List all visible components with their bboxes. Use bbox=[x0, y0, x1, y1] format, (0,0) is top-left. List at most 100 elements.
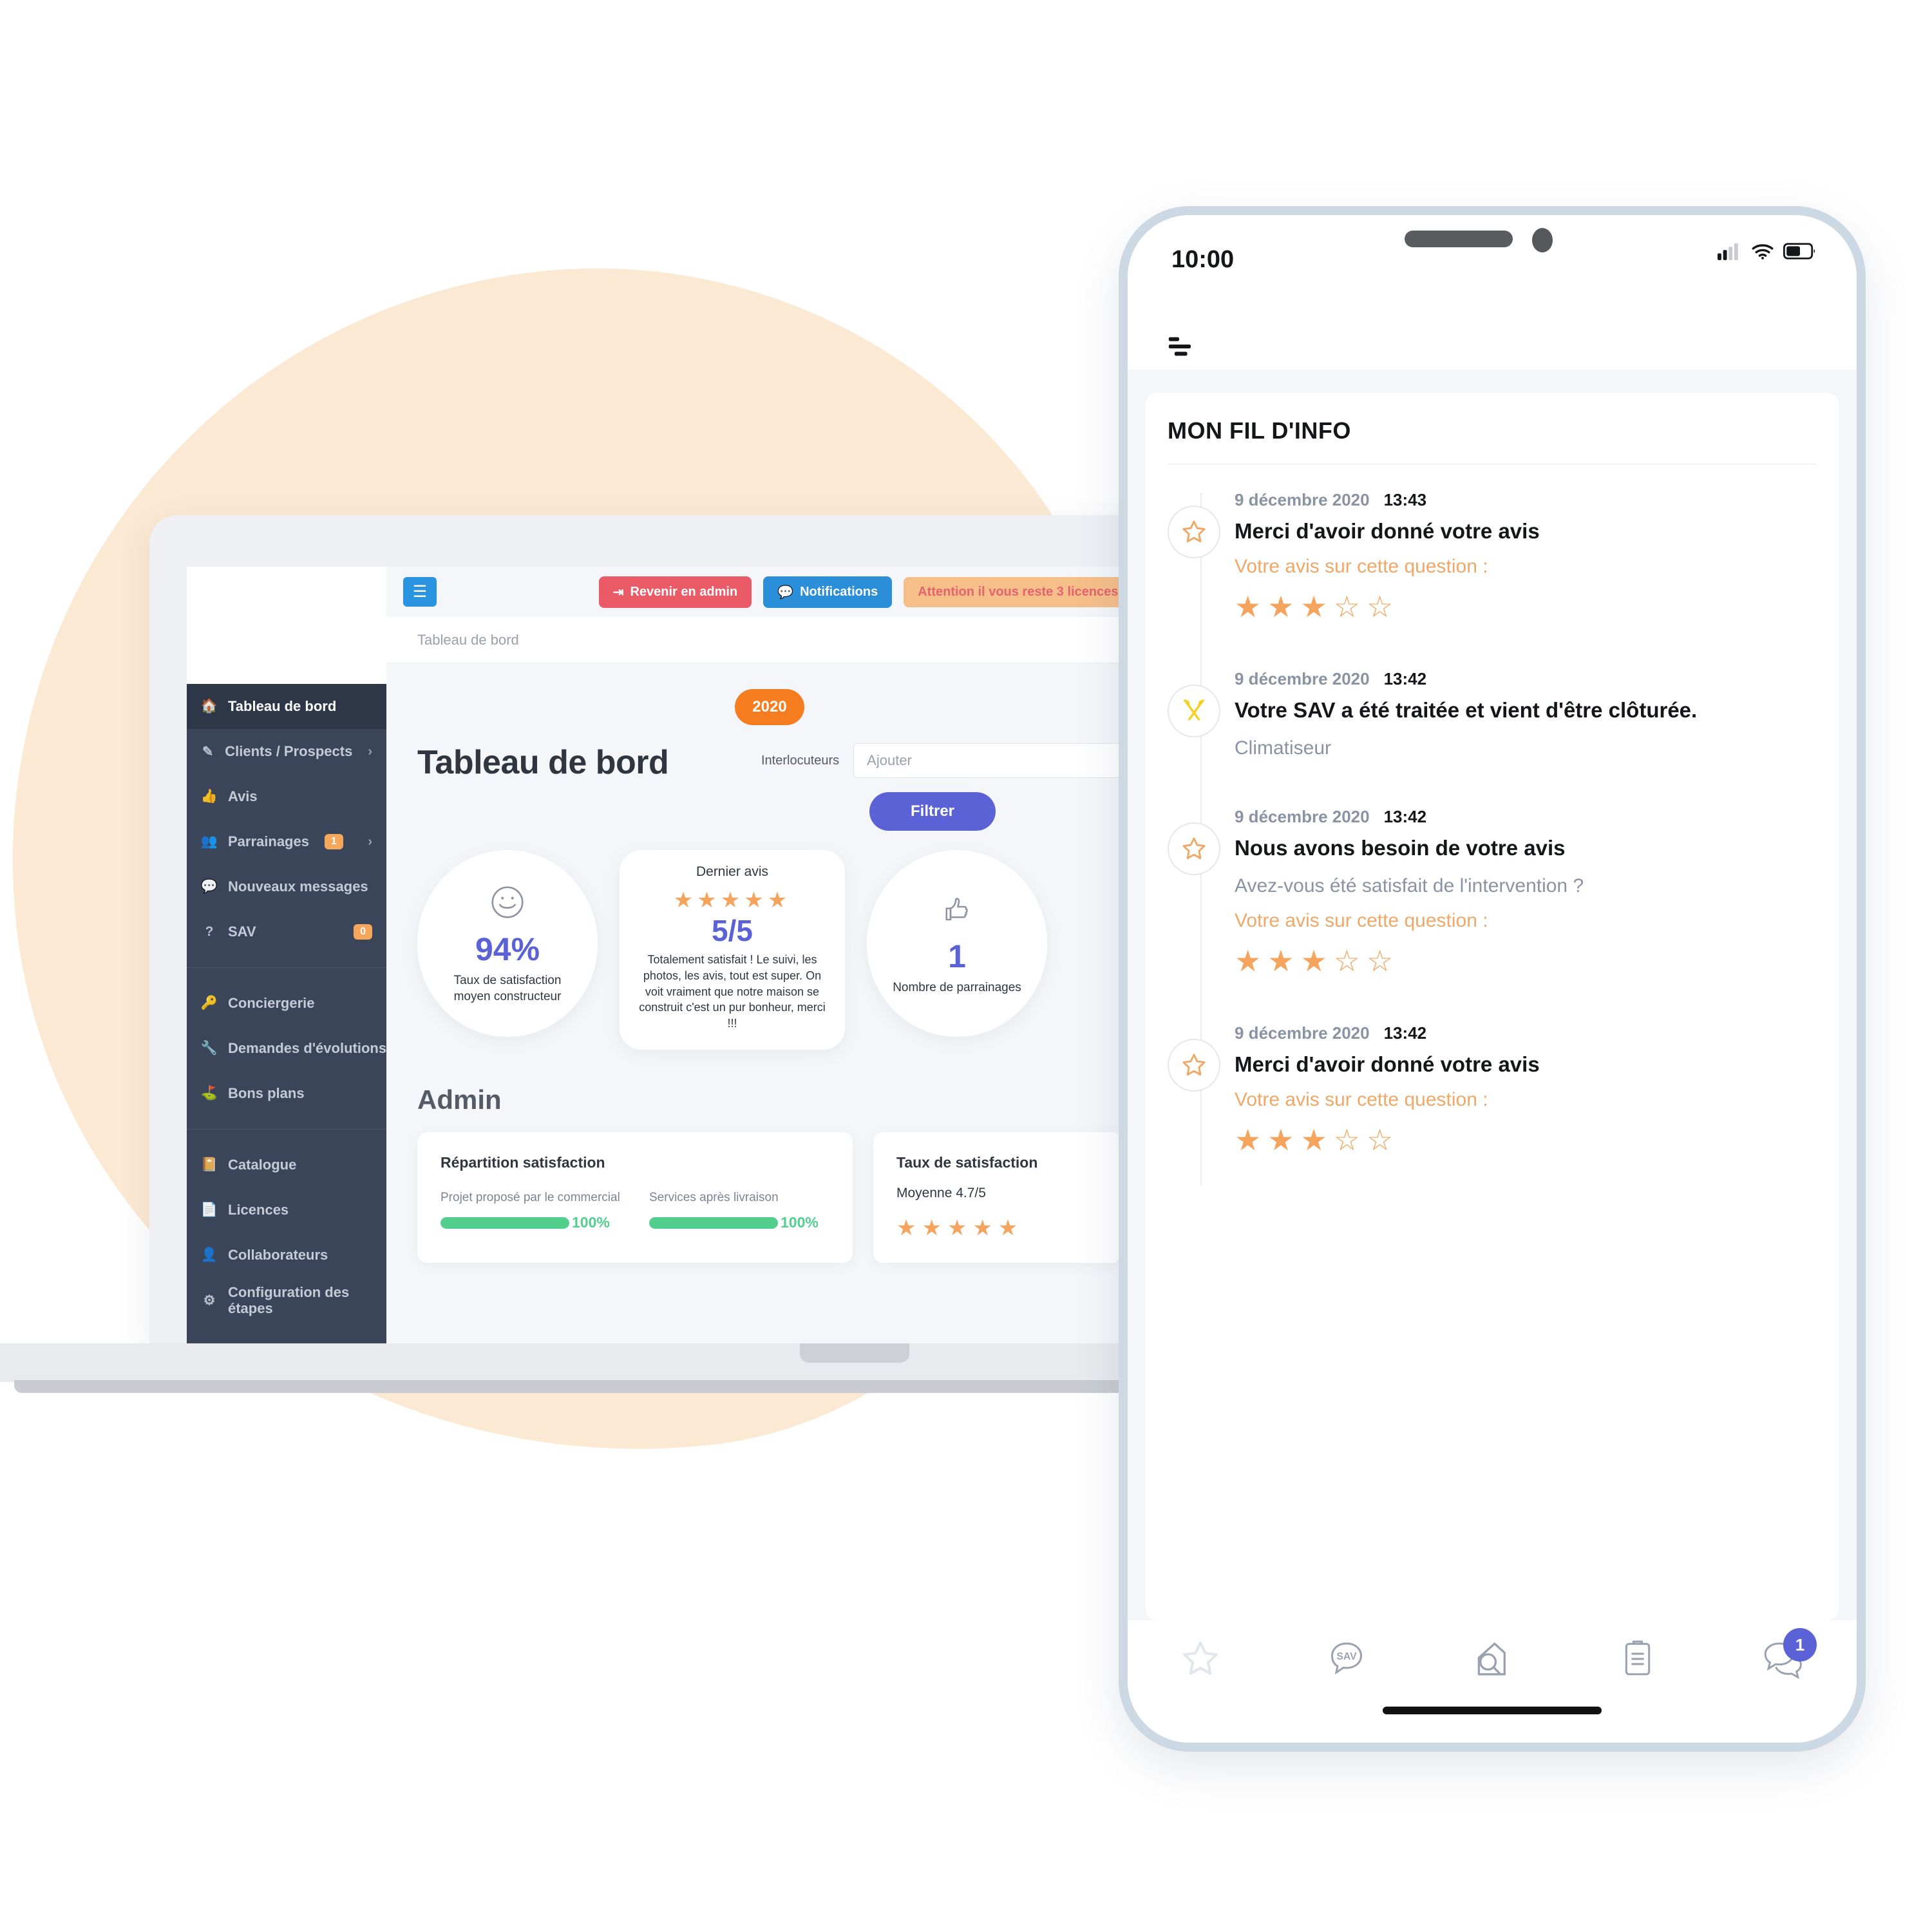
list-item[interactable]: 9 décembre 2020 13:42 Merci d'avoir donné… bbox=[1168, 1007, 1817, 1186]
feed-title: MON FIL D'INFO bbox=[1168, 417, 1351, 444]
revenir-en-admin-button[interactable]: ⇥ Revenir en admin bbox=[598, 576, 752, 608]
sidebar-item-catalogue[interactable]: 📔 Catalogue bbox=[187, 1142, 386, 1188]
sidebar-item-sav[interactable]: ? SAV 0 bbox=[187, 909, 386, 954]
star-outline-icon bbox=[1168, 822, 1220, 875]
tab-messages[interactable]: 1 bbox=[1711, 1628, 1857, 1684]
wifi-icon bbox=[1751, 242, 1774, 263]
feed-rating-stars[interactable]: ★★★☆☆ bbox=[1235, 589, 1817, 624]
tab-house[interactable] bbox=[1419, 1637, 1565, 1687]
stat-cards: 94% Taux de satisfaction moyen construct… bbox=[386, 831, 1153, 1050]
filtrer-button[interactable]: Filtrer bbox=[869, 792, 996, 831]
sidebar-item-label: Avis bbox=[228, 788, 258, 804]
tab-sav[interactable]: SAV bbox=[1273, 1637, 1419, 1685]
sidebar-item-clients-prospects[interactable]: ✎ Clients / Prospects › bbox=[187, 729, 386, 774]
filter-panel: Interlocuteurs Ajouter Filtrer bbox=[761, 743, 1122, 831]
sidebar-item-nouveaux-messages[interactable]: 💬 Nouveaux messages bbox=[187, 864, 386, 909]
sidebar-item-label: Catalogue bbox=[228, 1157, 297, 1173]
last-review-text: Totalement satisfait ! Le suivi, les pho… bbox=[639, 953, 826, 1030]
laptop-screen: 🏠 Tableau de bord ✎ Clients / Prospects … bbox=[187, 567, 1153, 1346]
feed-body: Climatiseur bbox=[1235, 737, 1332, 759]
feed-meta: 9 décembre 2020 13:42 bbox=[1235, 669, 1817, 689]
satisfaction-card: 94% Taux de satisfaction moyen construct… bbox=[417, 850, 598, 1037]
feed-card: MON FIL D'INFO 9 décembre 2020 13:43 Mer… bbox=[1146, 393, 1839, 1620]
book-icon: 📔 bbox=[200, 1157, 218, 1172]
sidebar-item-conciergerie[interactable]: 🔑 Conciergerie bbox=[187, 981, 386, 1026]
average-score: Moyenne 4.7/5 bbox=[896, 1186, 986, 1200]
phone-volume-down-button[interactable] bbox=[1119, 679, 1120, 788]
star-outline-icon bbox=[1168, 1038, 1220, 1092]
feed-rating-stars[interactable]: ★★★☆☆ bbox=[1235, 1122, 1817, 1157]
last-review-stars: ★★★★★ bbox=[673, 888, 791, 913]
last-review-card: Dernier avis ★★★★★ 5/5 Totalement satisf… bbox=[620, 850, 845, 1050]
feed-headline: Nous avons besoin de votre avis bbox=[1235, 835, 1566, 860]
sidebar-item-demandes-evolutions[interactable]: 🔧 Demandes d'évolutions bbox=[187, 1026, 386, 1071]
tab-clipboard[interactable] bbox=[1565, 1637, 1710, 1683]
notifications-button[interactable]: 💬 Notifications bbox=[763, 576, 893, 608]
list-item[interactable]: 9 décembre 2020 13:43 Merci d'avoir donné… bbox=[1168, 473, 1817, 652]
button-label: Revenir en admin bbox=[630, 584, 738, 599]
edit-icon: ✎ bbox=[202, 744, 214, 759]
dashboard-content: 2020 Tableau de bord Interlocuteurs Ajou… bbox=[386, 663, 1153, 1263]
feed-date: 9 décembre 2020 bbox=[1235, 1023, 1370, 1043]
feed-timeline: 9 décembre 2020 13:43 Merci d'avoir donné… bbox=[1168, 473, 1817, 1186]
sidebar-item-label: Configuration des étapes bbox=[228, 1283, 350, 1316]
feed-question: Votre avis sur cette question : bbox=[1235, 909, 1488, 931]
status-time: 10:00 bbox=[1171, 246, 1235, 273]
top-bar: ☰ ⇥ Revenir en admin 💬 Notifications Att… bbox=[386, 567, 1153, 617]
thumbs-up-outline-icon bbox=[938, 891, 976, 933]
comment-icon: 💬 bbox=[200, 879, 218, 894]
sidebar-badge: 0 bbox=[354, 924, 372, 940]
taux-satisfaction-panel: Taux de satisfaction Moyenne 4.7/5 ★★★★★ bbox=[873, 1132, 1122, 1263]
phone-camera bbox=[1532, 228, 1553, 252]
progress-track bbox=[440, 1217, 569, 1229]
sidebar-item-collaborateurs[interactable]: 👤 Collaborateurs bbox=[187, 1233, 386, 1278]
chevron-right-icon: › bbox=[368, 744, 372, 759]
sidebar-divider bbox=[187, 967, 386, 968]
feed-rating-stars[interactable]: ★★★☆☆ bbox=[1235, 943, 1817, 978]
messages-badge: 1 bbox=[1783, 1628, 1817, 1662]
feed-headline: Votre SAV a été traitée et vient d'être … bbox=[1235, 697, 1698, 722]
phone-silent-switch[interactable] bbox=[1119, 421, 1120, 479]
sign-out-icon: ⇥ bbox=[612, 585, 624, 600]
home-icon: 🏠 bbox=[200, 699, 218, 714]
last-review-title: Dernier avis bbox=[696, 864, 769, 879]
panel-title: Taux de satisfaction bbox=[896, 1154, 1038, 1171]
sidebar-item-configuration-etapes[interactable]: ⚙ Configuration des étapes bbox=[187, 1278, 386, 1323]
feed-time: 13:43 bbox=[1383, 490, 1427, 509]
filter-row: Interlocuteurs Ajouter bbox=[761, 743, 1122, 778]
phone-volume-up-button[interactable] bbox=[1119, 537, 1120, 647]
tab-star[interactable] bbox=[1128, 1637, 1273, 1684]
bottom-tab-bar: SAV 1 bbox=[1128, 1620, 1857, 1743]
sponsorships-caption: Nombre de parrainages bbox=[893, 981, 1021, 995]
progress-fill bbox=[649, 1217, 778, 1229]
title-row: Tableau de bord Interlocuteurs Ajouter F… bbox=[386, 725, 1153, 831]
feed-time: 13:42 bbox=[1383, 1023, 1427, 1043]
list-item[interactable]: 9 décembre 2020 13:42 Votre SAV a été tra… bbox=[1168, 652, 1817, 790]
sidebar-item-label: Collaborateurs bbox=[228, 1247, 328, 1263]
phone-status-bar: 10:00 bbox=[1128, 215, 1857, 356]
progress-bar-item: Services après livraison 100% bbox=[649, 1191, 829, 1231]
interlocuteurs-label: Interlocuteurs bbox=[761, 753, 840, 768]
breadcrumb: Tableau de bord bbox=[386, 617, 1153, 663]
sidebar-item-licences[interactable]: 📄 Licences bbox=[187, 1188, 386, 1233]
sidebar-item-tableau-de-bord[interactable]: 🏠 Tableau de bord bbox=[187, 684, 386, 729]
web-app: 🏠 Tableau de bord ✎ Clients / Prospects … bbox=[187, 567, 1153, 1346]
clipboard-icon bbox=[1616, 1637, 1659, 1683]
thumbs-up-icon: 👍 bbox=[200, 789, 218, 804]
feed-date: 9 décembre 2020 bbox=[1235, 668, 1370, 688]
sidebar-item-avis[interactable]: 👍 Avis bbox=[187, 774, 386, 819]
sidebar-item-bons-plans[interactable]: ⛳ Bons plans bbox=[187, 1071, 386, 1116]
laptop-mockup: 🏠 Tableau de bord ✎ Clients / Prospects … bbox=[0, 515, 1239, 1393]
interlocuteurs-input[interactable]: Ajouter bbox=[853, 743, 1122, 778]
chevron-right-icon: › bbox=[368, 834, 372, 849]
sidebar-item-label: Conciergerie bbox=[228, 995, 315, 1011]
list-item[interactable]: 9 décembre 2020 13:42 Nous avons besoin d… bbox=[1168, 790, 1817, 1007]
feed-time: 13:42 bbox=[1383, 806, 1427, 826]
sidebar-toggle-button[interactable]: ☰ bbox=[403, 577, 437, 607]
year-badge[interactable]: 2020 bbox=[735, 689, 804, 725]
sidebar-item-parrainages[interactable]: 👥 Parrainages 1 › bbox=[187, 819, 386, 864]
satisfaction-value: 94% bbox=[475, 931, 540, 967]
house-search-icon bbox=[1469, 1637, 1515, 1687]
phone-menu-button[interactable] bbox=[1168, 335, 1202, 361]
star-outline-icon bbox=[1168, 506, 1220, 558]
